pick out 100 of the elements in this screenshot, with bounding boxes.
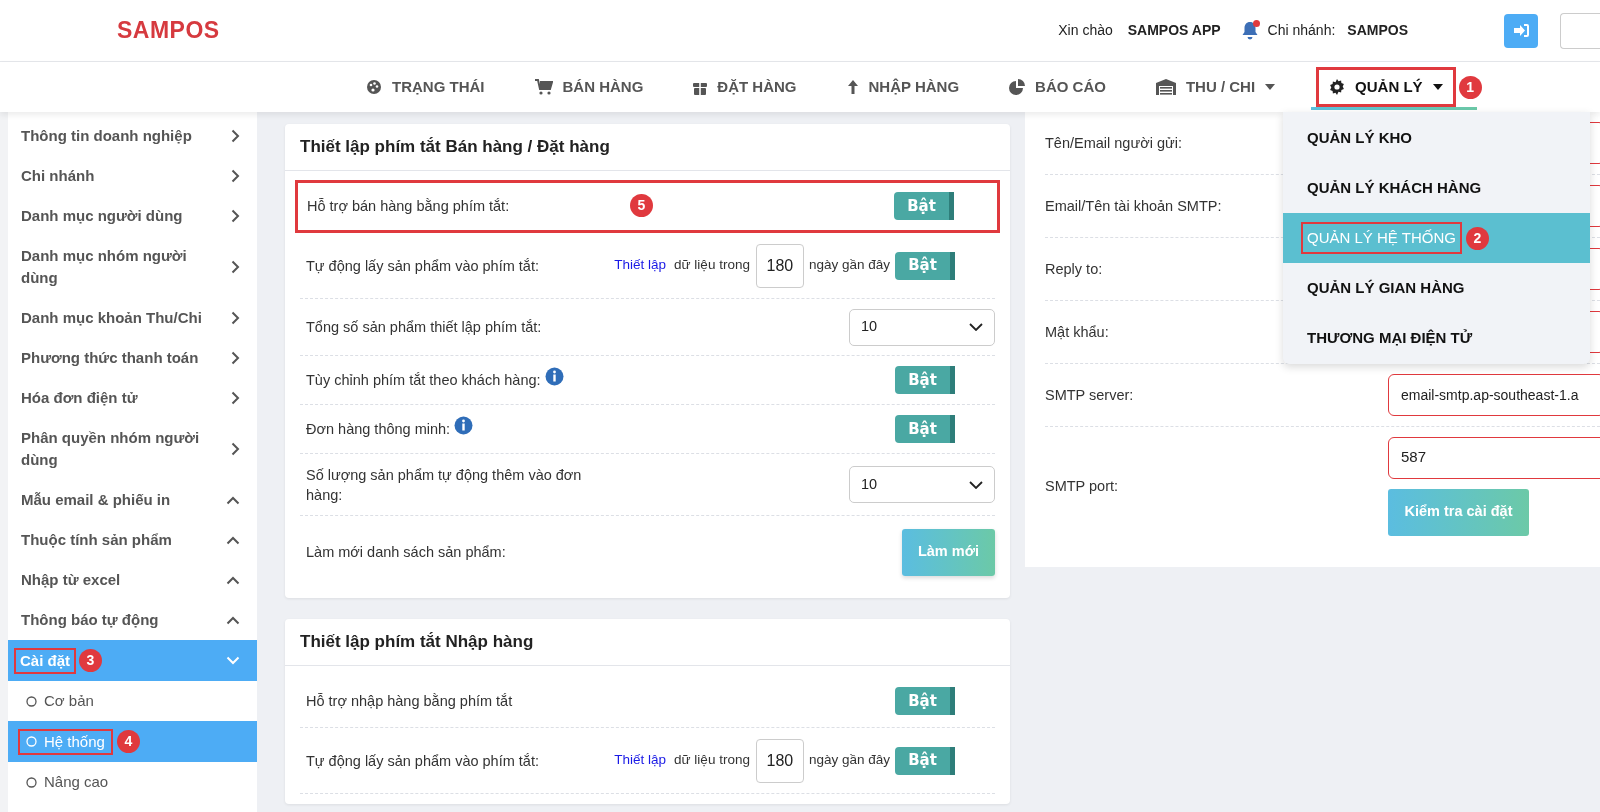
info-icon[interactable]	[454, 415, 474, 435]
settings-icon	[1329, 79, 1346, 95]
sidebar-sublabel: Cơ bản	[44, 691, 94, 711]
dropdown-item[interactable]: QUẢN LÝ GIAN HÀNG	[1283, 263, 1590, 313]
user-name: SAMPOS APP	[1127, 21, 1221, 40]
setting-label: Làm mới danh sách sản phẩm:	[306, 543, 506, 562]
text-input[interactable]: 587	[1388, 436, 1600, 479]
sidebar-item[interactable]: Thuộc tính sản phẩm	[8, 520, 257, 560]
sidebar-label: Cài đặt	[16, 649, 74, 672]
count-select[interactable]: 10	[849, 308, 995, 346]
branch-name: SAMPOS	[1347, 21, 1408, 40]
sidebar-label: Phương thức thanh toán	[21, 348, 199, 368]
nav-tab[interactable]: BÁO CÁO	[1003, 75, 1112, 99]
branch-label: Chi nhánh:	[1267, 21, 1336, 40]
nav-tab[interactable]: QUẢN LÝ	[1319, 69, 1453, 105]
nav-tab[interactable]: BÁN HÀNG	[528, 75, 650, 99]
setting-label: Reply to:	[1045, 261, 1103, 277]
header-field[interactable]	[1560, 12, 1600, 49]
sidebar-label: Thông tin doanh nghiệp	[21, 126, 192, 146]
nav-tab[interactable]: THU / CHI	[1149, 75, 1282, 99]
annotation-badge: 5	[630, 194, 653, 217]
sidebar-item[interactable]: Phương thức thanh toán	[8, 338, 257, 378]
sidebar-sublabel: Nâng cao	[44, 772, 109, 792]
dropdown-item[interactable]: QUẢN LÝ KHÁCH HÀNG	[1283, 163, 1590, 213]
sidebar-subitem[interactable]: Nâng cao	[8, 762, 257, 802]
dropdown-item[interactable]: THƯƠNG MẠI ĐIỆN TỬ	[1283, 313, 1590, 363]
nav-tab[interactable]: NHẬP HÀNG	[840, 75, 966, 99]
count-select[interactable]: 10	[849, 466, 995, 503]
sidebar-item[interactable]: Chi nhánh	[8, 156, 257, 196]
range-text: dữ liệu trong	[674, 256, 750, 275]
card-title: Thiết lập phím tắt Nhập hàng	[300, 631, 534, 654]
setup-link[interactable]: Thiết lập	[614, 255, 667, 276]
circle-icon	[26, 736, 37, 747]
pie-chart-icon	[1009, 79, 1026, 95]
dropdown-label: QUẢN LÝ KHO	[1306, 127, 1413, 148]
notification-bell-icon[interactable]	[1240, 20, 1259, 41]
sidebar-item[interactable]: Danh mục người dùng	[8, 196, 257, 236]
sidebar-subitem[interactable]: Cơ bản	[8, 681, 257, 721]
sidebar-label: Phân quyền nhóm người dùng	[21, 428, 201, 470]
sidebar-item[interactable]: Thông báo tự động	[8, 600, 257, 640]
setting-label: Tổng số sản phẩm thiết lập phím tắt:	[306, 318, 542, 337]
cart-icon	[534, 79, 553, 95]
sidebar-sublabel: Hệ thống	[44, 731, 105, 752]
sidebar-item[interactable]: Thông tin doanh nghiệp	[8, 116, 257, 156]
annotation-badge: 4	[116, 730, 140, 753]
setting-label: Tùy chỉnh phím tắt theo khách hàng:	[306, 371, 541, 390]
sidebar-label: Danh mục khoản Thu/Chi	[21, 308, 202, 328]
sidebar-item[interactable]: Phân quyền nhóm người dùng	[8, 418, 257, 480]
annotation-badge: 3	[79, 649, 102, 672]
nav-tab[interactable]: TRẠNG THÁI	[360, 75, 491, 99]
palette-icon	[366, 79, 382, 95]
setting-label: Tên/Email người gửi:	[1045, 135, 1182, 151]
dropdown-item[interactable]: QUẢN LÝ KHO	[1283, 113, 1590, 163]
logout-icon	[1513, 24, 1529, 37]
sidebar-label: Thuộc tính sản phẩm	[21, 530, 172, 550]
sidebar-item[interactable]: Danh mục nhóm người dùng	[8, 236, 257, 298]
sidebar-item[interactable]: Cài đặt 3	[8, 640, 257, 681]
circle-icon	[26, 695, 37, 707]
sidebar-item[interactable]: Danh mục khoản Thu/Chi	[8, 298, 257, 338]
days-input[interactable]: 180	[755, 243, 804, 288]
dropdown-label: QUẢN LÝ GIAN HÀNG	[1306, 277, 1466, 298]
warehouse-icon	[1155, 79, 1176, 95]
setting-label: Mật khẩu:	[1045, 324, 1109, 340]
chevron-down-icon	[969, 323, 983, 331]
setting-label: Hỗ trợ nhập hàng bằng phím tắt	[306, 692, 513, 711]
annotation-badge: 2	[1465, 226, 1489, 250]
nav-tab[interactable]: ĐẶT HÀNG	[687, 75, 803, 99]
range-text: dữ liệu trong	[674, 751, 750, 770]
range-text: ngày gần đây	[808, 256, 890, 275]
setting-label: Đơn hàng thông minh:	[306, 420, 451, 439]
setting-label: Hỗ trợ bán hàng bằng phím tắt:	[307, 197, 510, 216]
setting-label: Email/Tên tài khoản SMTP:	[1045, 198, 1222, 214]
chevron-down-icon	[969, 480, 983, 489]
sidebar-label: Danh mục nhóm người dùng	[21, 246, 188, 288]
sidebar-item[interactable]: Hóa đơn điện tử	[8, 378, 257, 418]
dropdown-item[interactable]: QUẢN LÝ HỆ THỐNG 2	[1283, 213, 1590, 263]
setting-label: Tự động lấy sản phẩm vào phím tắt:	[306, 751, 539, 771]
info-icon[interactable]	[544, 366, 564, 386]
annotation-badge: 1	[1458, 75, 1482, 99]
sidebar-item[interactable]: Mẫu email & phiếu in	[8, 480, 257, 520]
logo[interactable]: SAMPOS	[117, 13, 220, 48]
setting-label: Số lượng sản phẩm tự động thêm vào đơn hàng:	[306, 465, 583, 505]
sidebar-label: Chi nhánh	[21, 166, 95, 186]
sidebar-subitem[interactable]: Hệ thống 4	[8, 721, 257, 762]
sidebar-label: Danh mục người dùng	[21, 206, 183, 226]
setup-link[interactable]: Thiết lập	[614, 750, 667, 771]
sidebar-label: Mẫu email & phiếu in	[21, 490, 171, 510]
sidebar-item[interactable]: Nhập từ excel	[8, 560, 257, 600]
dropdown-label: QUẢN LÝ HỆ THỐNG	[1303, 223, 1460, 253]
setting-label: SMTP server:	[1045, 387, 1134, 403]
text-input[interactable]: email-smtp.ap-southeast-1.a	[1388, 374, 1600, 416]
arrow-up-icon	[846, 79, 859, 95]
days-input[interactable]: 180	[755, 738, 804, 783]
card-title: Thiết lập phím tắt Bán hàng / Đặt hàng	[300, 136, 610, 159]
circle-icon	[26, 776, 37, 788]
sidebar-label: Nhập từ excel	[21, 570, 121, 590]
dropdown-label: THƯƠNG MẠI ĐIỆN TỬ	[1306, 327, 1474, 348]
sidebar-label: Hóa đơn điện tử	[21, 388, 138, 408]
range-text: ngày gần đây	[808, 751, 890, 770]
greeting-text: Xin chào	[1058, 21, 1113, 40]
